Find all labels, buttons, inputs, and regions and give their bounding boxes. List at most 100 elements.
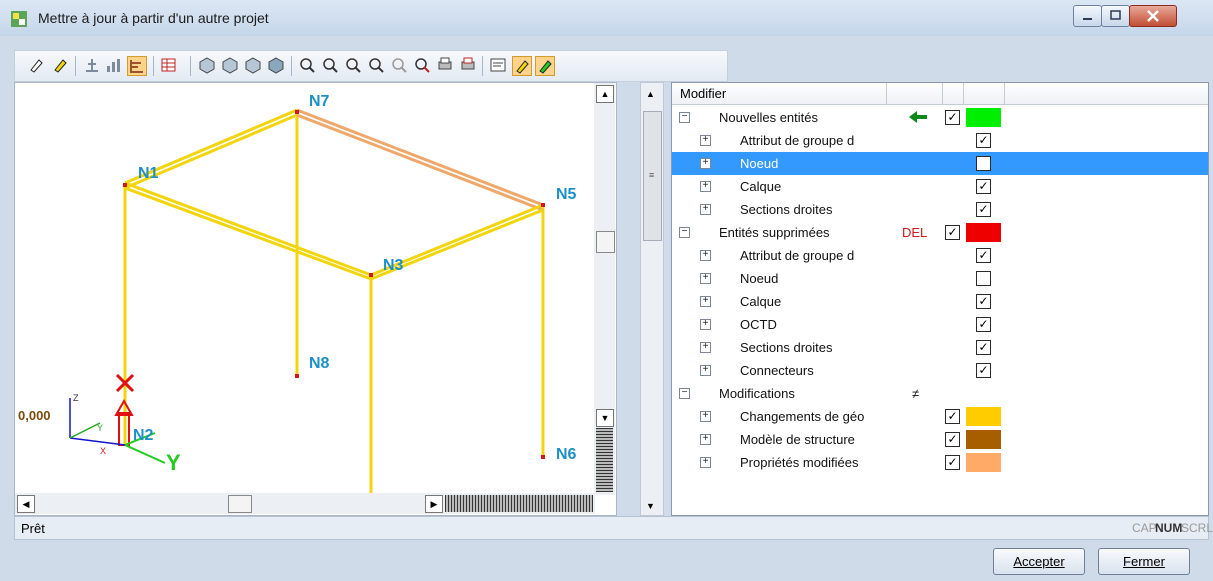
view-z-icon[interactable]	[244, 56, 262, 74]
zoom-out-icon[interactable]	[321, 56, 339, 74]
header-modifier[interactable]: Modifier	[672, 83, 887, 104]
pencil-active-icon[interactable]	[512, 56, 532, 76]
view-iso-icon[interactable]	[267, 56, 285, 74]
color-swatch[interactable]	[966, 223, 1001, 242]
expand-icon[interactable]: +	[700, 342, 711, 353]
expand-icon[interactable]: +	[700, 319, 711, 330]
view-y-icon[interactable]	[221, 56, 239, 74]
tree-row[interactable]: + Attribut de groupe d ✓	[672, 244, 1208, 267]
scroll-up-arrow-icon[interactable]: ▲	[596, 85, 614, 103]
tree-row[interactable]: + Attribut de groupe d ✓	[672, 129, 1208, 152]
minimize-button[interactable]	[1073, 5, 1102, 27]
color-swatch[interactable]	[966, 453, 1001, 472]
row-checkbox[interactable]: ✓	[976, 179, 991, 194]
header-check[interactable]	[943, 83, 964, 104]
expand-icon[interactable]: +	[700, 411, 711, 422]
header-mark[interactable]	[887, 83, 943, 104]
title-bar: Mettre à jour à partir d'un autre projet	[0, 0, 1213, 36]
panel-scroll-thumb[interactable]: ≡	[643, 111, 662, 241]
structure-viewport[interactable]: N1 N2 N3 N5 N6 N7 N8 0,000 Z Y X Y ▲ ▼ ◀…	[14, 82, 617, 516]
row-checkbox[interactable]: ✓	[976, 363, 991, 378]
color-swatch[interactable]	[966, 430, 1001, 449]
tree-row[interactable]: + Connecteurs ✓	[672, 359, 1208, 382]
zoom-all-icon[interactable]	[367, 56, 385, 74]
chart-icon[interactable]	[105, 56, 123, 74]
maximize-button[interactable]	[1101, 5, 1130, 27]
viewport-horizontal-scrollbar[interactable]: ◀ ▶	[15, 493, 595, 514]
tree-row[interactable]: + Calque ✓	[672, 175, 1208, 198]
row-checkbox[interactable]: ✓	[976, 340, 991, 355]
collapse-icon[interactable]: −	[679, 227, 690, 238]
tree-row[interactable]: + Modèle de structure ✓	[672, 428, 1208, 451]
left-arrow-icon	[908, 110, 928, 127]
tree-row[interactable]: + Noeud	[672, 267, 1208, 290]
tree-row[interactable]: + OCTD ✓	[672, 313, 1208, 336]
color-swatch[interactable]	[966, 407, 1001, 426]
row-checkbox[interactable]	[976, 156, 991, 171]
tree-row[interactable]: − Entités supprimées DEL ✓	[672, 221, 1208, 244]
scroll-down-icon[interactable]: ▼	[646, 501, 655, 511]
print-icon[interactable]	[436, 56, 454, 74]
row-checkbox[interactable]: ✓	[945, 225, 960, 240]
pencil-icon[interactable]	[27, 56, 45, 74]
expand-icon[interactable]: +	[700, 457, 711, 468]
row-checkbox[interactable]: ✓	[945, 110, 960, 125]
zoom-selection-icon[interactable]	[413, 56, 431, 74]
properties-icon[interactable]	[489, 56, 507, 74]
export-icon[interactable]	[459, 56, 477, 74]
close-dialog-button[interactable]: Fermer	[1098, 548, 1190, 575]
row-checkbox[interactable]: ✓	[976, 294, 991, 309]
horizontal-splitter-grip[interactable]	[445, 495, 593, 512]
tree-row[interactable]: + Calque ✓	[672, 290, 1208, 313]
tree-row[interactable]: + Sections droites ✓	[672, 198, 1208, 221]
close-button[interactable]	[1129, 5, 1177, 27]
zoom-previous-icon[interactable]	[390, 56, 408, 74]
row-checkbox[interactable]: ✓	[976, 133, 991, 148]
tree-row[interactable]: + Changements de géo ✓	[672, 405, 1208, 428]
expand-icon[interactable]: +	[700, 250, 711, 261]
collapse-icon[interactable]: −	[679, 112, 690, 123]
row-checkbox[interactable]: ✓	[976, 202, 991, 217]
expand-icon[interactable]: +	[700, 204, 711, 215]
row-checkbox[interactable]	[976, 271, 991, 286]
row-checkbox[interactable]: ✓	[976, 248, 991, 263]
pencil-yellow-icon[interactable]	[51, 56, 69, 74]
expand-icon[interactable]: +	[700, 434, 711, 445]
accept-button[interactable]: Accepter	[993, 548, 1085, 575]
structure-icon[interactable]	[83, 56, 101, 74]
expand-icon[interactable]: +	[700, 181, 711, 192]
vertical-splitter-grip[interactable]	[596, 428, 613, 492]
tree-row[interactable]: + Sections droites ✓	[672, 336, 1208, 359]
view-x-icon[interactable]	[198, 56, 216, 74]
header-color[interactable]	[964, 83, 1005, 104]
expand-icon[interactable]: +	[700, 296, 711, 307]
expand-icon[interactable]: +	[700, 273, 711, 284]
row-checkbox[interactable]: ✓	[945, 409, 960, 424]
table-icon[interactable]	[160, 56, 178, 74]
frame-icon[interactable]	[127, 56, 147, 76]
collapse-icon[interactable]: −	[679, 388, 690, 399]
scroll-up-icon[interactable]: ▲	[646, 89, 655, 99]
vertical-scroll-thumb[interactable]	[596, 231, 615, 253]
scroll-left-arrow-icon[interactable]: ◀	[17, 495, 35, 513]
expand-icon[interactable]: +	[700, 135, 711, 146]
expand-icon[interactable]: +	[700, 365, 711, 376]
color-swatch[interactable]	[966, 108, 1001, 127]
zoom-window-icon[interactable]	[344, 56, 362, 74]
horizontal-scroll-thumb[interactable]	[228, 495, 252, 513]
tree-row[interactable]: − Modifications ≠	[672, 382, 1208, 405]
row-checkbox[interactable]: ✓	[976, 317, 991, 332]
scroll-down-arrow-icon[interactable]: ▼	[596, 409, 614, 427]
panel-scrollbar[interactable]: ▲ ≡ ▼	[640, 82, 664, 516]
axis-x-label: X	[100, 446, 107, 456]
tree-row[interactable]: + Propriétés modifiées ✓	[672, 451, 1208, 474]
viewport-vertical-scrollbar[interactable]: ▲ ▼	[594, 83, 615, 495]
zoom-in-icon[interactable]	[298, 56, 316, 74]
row-checkbox[interactable]: ✓	[945, 432, 960, 447]
tree-row[interactable]: − Nouvelles entités ✓	[672, 106, 1208, 129]
expand-icon[interactable]: +	[700, 158, 711, 169]
tree-row[interactable]: + Noeud	[672, 152, 1208, 175]
row-checkbox[interactable]: ✓	[945, 455, 960, 470]
scroll-right-arrow-icon[interactable]: ▶	[425, 495, 443, 513]
pencil-green-icon[interactable]	[535, 56, 555, 76]
